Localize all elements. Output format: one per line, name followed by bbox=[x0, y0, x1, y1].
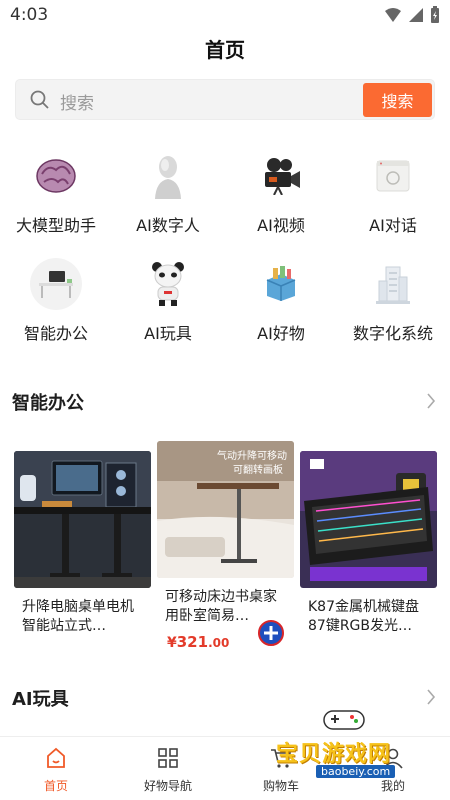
product-image-bedside-desk: 气动升降可移动 可翻转画板 bbox=[157, 441, 294, 578]
category-label: AI玩具 bbox=[144, 324, 192, 343]
image-caption: 气动升降可移动 bbox=[217, 451, 287, 462]
image-caption: 可翻转画板 bbox=[233, 465, 283, 476]
gift-box-icon bbox=[255, 258, 307, 310]
signal-icon bbox=[409, 8, 423, 22]
category-ai-video[interactable]: AI视频 bbox=[225, 150, 337, 236]
product-card[interactable]: K87金属机械键盘87键RGB发光… bbox=[300, 451, 437, 636]
category-digital-system[interactable]: 数字化系统 bbox=[337, 258, 449, 344]
search-input[interactable]: 搜索 bbox=[60, 89, 94, 114]
section-title: AI玩具 bbox=[12, 689, 69, 710]
office-desk-icon bbox=[30, 258, 82, 310]
tab-goods-nav[interactable]: 好物导航 bbox=[112, 747, 224, 794]
digital-human-icon bbox=[142, 150, 194, 202]
category-ai-goods[interactable]: AI好物 bbox=[225, 258, 337, 344]
robot-toy-icon bbox=[142, 258, 194, 310]
chevron-right-icon[interactable] bbox=[426, 392, 436, 410]
home-icon bbox=[47, 747, 65, 768]
plus-icon bbox=[264, 626, 278, 640]
category-ai-toys[interactable]: AI玩具 bbox=[112, 258, 224, 344]
tab-label: 好物导航 bbox=[143, 779, 192, 793]
price-symbol: ¥ bbox=[167, 635, 177, 651]
product-image-standing-desk bbox=[14, 451, 151, 588]
tab-label: 首页 bbox=[43, 779, 68, 793]
section-header-smart-office[interactable]: 智能办公 bbox=[12, 389, 438, 415]
product-image-keyboard bbox=[300, 451, 437, 588]
status-time: 4:03 bbox=[10, 5, 49, 25]
category-ai-chat[interactable]: AI对话 bbox=[337, 150, 449, 236]
product-card[interactable]: 升降电脑桌单电机智能站立式… bbox=[14, 451, 151, 636]
category-label: AI好物 bbox=[257, 324, 305, 343]
gamepad-icon bbox=[323, 710, 365, 730]
video-camera-icon bbox=[255, 150, 307, 202]
tab-home[interactable]: 首页 bbox=[0, 747, 112, 794]
category-llm-assistant[interactable]: 大模型助手 bbox=[0, 150, 112, 236]
battery-icon bbox=[431, 6, 439, 23]
product-title: K87金属机械键盘87键RGB发光… bbox=[308, 599, 419, 634]
category-label: 大模型助手 bbox=[15, 216, 96, 235]
category-label: AI对话 bbox=[369, 216, 417, 235]
product-title: 升降电脑桌单电机智能站立式… bbox=[22, 599, 134, 634]
watermark-logo: 宝贝游戏网 baobeiy.com bbox=[272, 706, 422, 784]
grid-icon bbox=[158, 748, 178, 768]
add-to-cart-button[interactable] bbox=[258, 620, 284, 646]
chat-window-icon bbox=[367, 150, 419, 202]
product-card[interactable]: 气动升降可移动 可翻转画板 可移动床边书桌家用卧室简易… ¥321.00 bbox=[157, 441, 294, 651]
category-label: AI视频 bbox=[257, 216, 305, 235]
section-title: 智能办公 bbox=[12, 393, 84, 414]
building-icon bbox=[367, 258, 419, 310]
price-integer: 321 bbox=[176, 633, 209, 651]
brain-icon bbox=[30, 150, 82, 202]
search-icon bbox=[30, 90, 49, 109]
search-bar[interactable]: 搜索 搜索 bbox=[15, 79, 435, 120]
watermark-url: baobeiy.com bbox=[316, 765, 396, 778]
category-label: AI数字人 bbox=[136, 216, 200, 235]
watermark-text: 宝贝游戏网 bbox=[276, 742, 392, 767]
chevron-right-icon[interactable] bbox=[426, 688, 436, 706]
page-title: 首页 bbox=[205, 38, 245, 62]
search-button[interactable]: 搜索 bbox=[363, 83, 432, 117]
price-decimal: .00 bbox=[208, 636, 230, 650]
category-label: 数字化系统 bbox=[352, 324, 433, 343]
category-ai-digital-human[interactable]: AI数字人 bbox=[112, 150, 224, 236]
status-icons bbox=[384, 6, 440, 24]
wifi-icon bbox=[385, 8, 401, 22]
status-bar: 4:03 bbox=[0, 0, 450, 32]
category-label: 智能办公 bbox=[23, 324, 88, 343]
category-smart-office[interactable]: 智能办公 bbox=[0, 258, 112, 344]
